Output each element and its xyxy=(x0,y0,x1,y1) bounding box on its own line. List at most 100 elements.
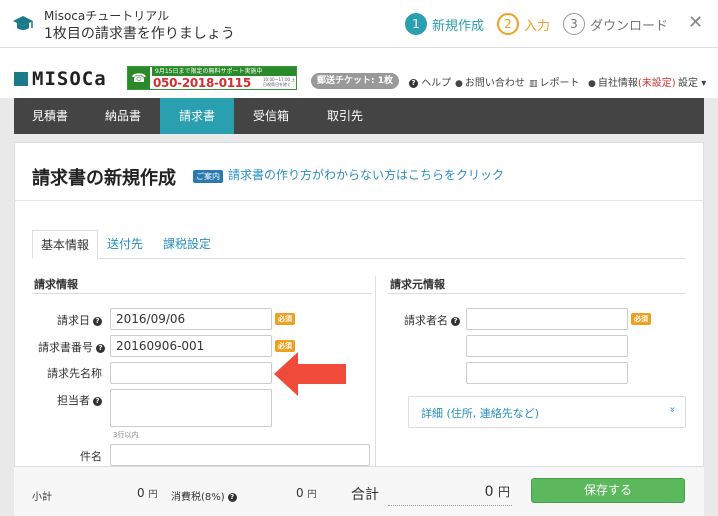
number-label: 請求書番号? xyxy=(38,339,105,355)
company-label: 自社情報 xyxy=(597,78,638,89)
misoca-logo[interactable]: MISOCa xyxy=(14,68,107,90)
issuer-line2-input[interactable] xyxy=(466,335,628,357)
invoice-number-input[interactable] xyxy=(110,335,272,357)
help-icon[interactable]: ? xyxy=(93,397,102,406)
step-label: 入力 xyxy=(524,18,551,34)
issuer-name-input[interactable] xyxy=(466,308,628,330)
nav-estimate[interactable]: 見積書 xyxy=(14,98,86,134)
step-number: 3 xyxy=(563,13,585,35)
subtotal-value: 0 円 xyxy=(137,486,157,500)
support-notice: 9月15日まで限定の無料サポート実施中 xyxy=(152,67,296,76)
user-icon: ● xyxy=(588,79,596,89)
help-label: ヘルプ xyxy=(421,78,452,89)
help-icon[interactable]: ? xyxy=(451,317,460,326)
nav-clients[interactable]: 取引先 xyxy=(308,98,382,134)
tutorial-title: Misocaチュートリアル xyxy=(44,9,170,23)
detail-label: 詳細 (住所, 連絡先など) xyxy=(421,407,540,420)
divider xyxy=(32,293,372,294)
phone-icon: ☎ xyxy=(128,67,150,89)
step-number: 2 xyxy=(497,13,519,35)
date-label: 請求日? xyxy=(38,312,102,328)
page-title: 請求書の新規作成 xyxy=(32,168,176,189)
issuer-detail-toggle[interactable]: 詳細 (住所, 連絡先など) » xyxy=(408,396,686,428)
logo-mark-icon xyxy=(14,72,28,86)
company-link[interactable]: ● 自社情報(未設定) xyxy=(588,74,676,89)
chevron-down-icon: » xyxy=(666,406,678,413)
chat-icon: ● xyxy=(455,79,463,89)
billing-section-title: 請求情報 xyxy=(34,278,78,291)
total-unit: 円 xyxy=(497,485,510,499)
tax-value: 0 円 xyxy=(296,486,316,500)
graduation-cap-icon xyxy=(13,16,33,30)
report-link[interactable]: ▥ レポート xyxy=(529,74,580,89)
person-label-text: 担当者 xyxy=(57,394,90,407)
step-input: 2 入力 xyxy=(497,12,550,36)
divider xyxy=(14,200,704,201)
step-new: 1 新規作成 xyxy=(405,12,484,36)
help-icon[interactable]: ? xyxy=(227,493,237,502)
guide-link[interactable]: 請求書の作り方がわからない方はこちらをクリック xyxy=(228,166,504,183)
help-link[interactable]: ? ヘルプ xyxy=(406,74,451,89)
nav-invoice[interactable]: 請求書 xyxy=(160,98,234,134)
support-phone: 050-2018-0115 xyxy=(153,76,251,90)
subtotal-label: 小計 xyxy=(32,492,52,503)
person-label: 担当者? xyxy=(38,392,102,408)
tab-tax[interactable]: 課税設定 xyxy=(155,230,219,259)
issuer-section-title: 請求元情報 xyxy=(390,278,445,291)
tax-unit: 円 xyxy=(307,490,317,500)
close-icon[interactable]: ✕ xyxy=(688,12,703,33)
total-number: 0 xyxy=(484,484,494,500)
report-label: レポート xyxy=(539,78,580,89)
issuer-line3-input[interactable] xyxy=(466,362,628,384)
number-label-text: 請求書番号 xyxy=(38,341,93,354)
caret-down-icon: ▾ xyxy=(701,78,707,89)
tutorial-banner: Misocaチュートリアル 1枚目の請求書を作りましょう 1 新規作成 2 入力… xyxy=(0,0,718,48)
support-banner[interactable]: ☎ 9月15日まで限定の無料サポート実施中 050-2018-0115 10:0… xyxy=(127,66,297,90)
required-badge: 必須 xyxy=(631,313,651,325)
logo-text: MISOCa xyxy=(32,68,107,90)
total-label: 合計 xyxy=(351,487,379,503)
subject-input[interactable] xyxy=(110,444,370,466)
issuer-name-label: 請求者名? xyxy=(396,312,460,328)
step-label: 新規作成 xyxy=(432,18,485,34)
client-label: 請求先名称 xyxy=(47,367,102,380)
client-name-input[interactable] xyxy=(110,362,272,384)
tax-number: 0 xyxy=(296,486,304,500)
nav-inbox[interactable]: 受信箱 xyxy=(234,98,308,134)
nav-delivery[interactable]: 納品書 xyxy=(86,98,160,134)
contact-label: お問い合わせ xyxy=(464,78,525,89)
step-number: 1 xyxy=(405,13,427,35)
step-download: 3 ダウンロード xyxy=(563,12,668,36)
date-label-text: 請求日 xyxy=(57,314,90,327)
total-value: 0 円 xyxy=(388,482,512,506)
help-icon[interactable]: ? xyxy=(96,344,105,353)
save-button[interactable]: 保存する xyxy=(531,478,685,503)
help-icon: ? xyxy=(409,79,418,88)
arrow-icon xyxy=(274,352,346,396)
settings-menu[interactable]: 設定 ▾ xyxy=(678,74,706,89)
tutorial-subtitle: 1枚目の請求書を作りましょう xyxy=(44,26,235,42)
settings-label: 設定 xyxy=(678,78,698,89)
invoice-date-input[interactable] xyxy=(110,308,272,330)
tax-label-text: 消費税(8%) xyxy=(171,492,225,503)
help-icon[interactable]: ? xyxy=(93,317,102,326)
main-nav: 見積書 納品書 請求書 受信箱 取引先 xyxy=(14,98,704,134)
tab-recipient[interactable]: 送付先 xyxy=(99,230,151,259)
issuer-name-label-text: 請求者名 xyxy=(404,314,448,327)
tab-basic[interactable]: 基本情報 xyxy=(32,230,99,259)
person-textarea[interactable] xyxy=(110,389,272,427)
guide-badge: ご案内 xyxy=(193,170,223,183)
subtotal-unit: 円 xyxy=(148,490,158,500)
mail-ticket-badge[interactable]: 郵送チケット: 1枚 xyxy=(311,73,399,89)
tax-label: 消費税(8%)? xyxy=(171,488,237,503)
column-divider xyxy=(375,276,376,466)
chart-icon: ▥ xyxy=(529,79,538,89)
person-hint: 3行以内 xyxy=(113,431,139,439)
subject-label: 件名 xyxy=(80,450,102,463)
company-status: (未設定) xyxy=(637,78,676,89)
support-hours: 10:00〜17:00 土日祝祭日を除く xyxy=(263,77,296,87)
step-label: ダウンロード xyxy=(590,18,669,34)
contact-link[interactable]: ● お問い合わせ xyxy=(455,74,525,89)
divider xyxy=(388,293,686,294)
required-badge: 必須 xyxy=(275,313,295,325)
